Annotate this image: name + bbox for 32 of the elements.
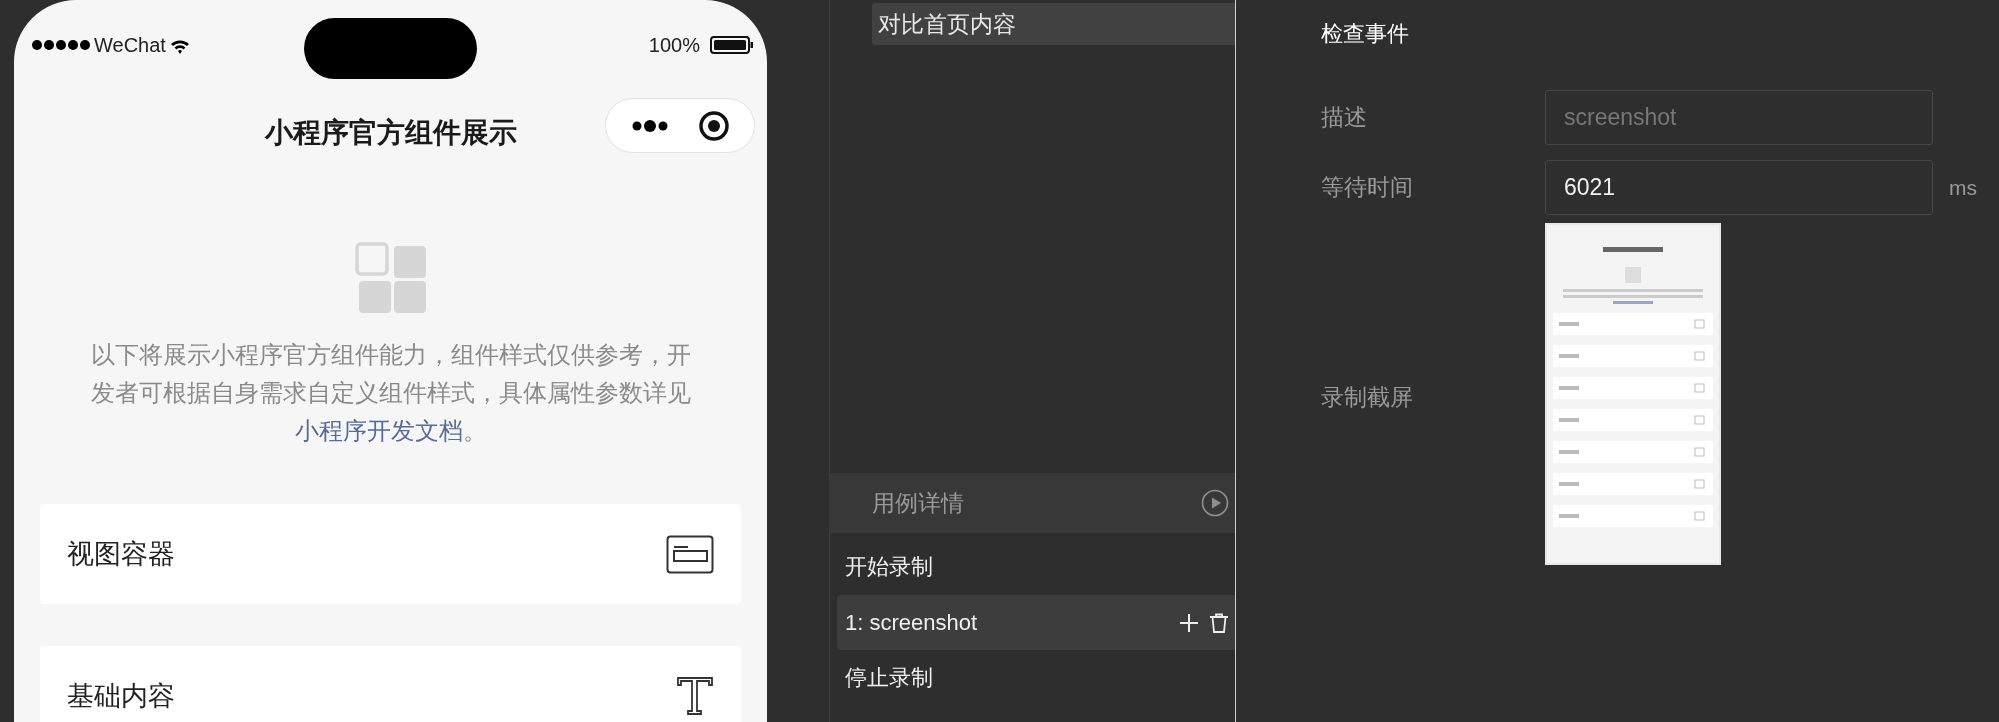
menu-card[interactable]: 视图容器 bbox=[40, 504, 741, 604]
intro-text: 以下将展示小程序官方组件能力，组件样式仅供参考，开发者可根据自身需求自定义组件样式，具体属性参数详见 小程序开发文档。 bbox=[89, 340, 692, 446]
input-field[interactable]: 6021 bbox=[1545, 160, 1933, 215]
recording-marker[interactable]: 开始录制 bbox=[837, 545, 1235, 589]
battery-icon bbox=[710, 36, 753, 54]
battery-percent: 100% bbox=[648, 33, 700, 57]
play-icon[interactable] bbox=[1201, 489, 1229, 517]
trash-icon[interactable] bbox=[1209, 612, 1229, 633]
case-item[interactable]: 对比首页内容 bbox=[872, 3, 1235, 45]
input-field[interactable]: screenshot bbox=[1545, 90, 1933, 145]
text-t-icon bbox=[676, 676, 714, 716]
section-title: 用例详情 bbox=[872, 488, 964, 518]
carrier-name: WeChat bbox=[94, 33, 166, 57]
plus-icon[interactable] bbox=[1179, 612, 1199, 633]
signal-dots-icon bbox=[32, 38, 90, 52]
view-container-icon bbox=[666, 534, 714, 574]
grid-icon bbox=[354, 242, 427, 314]
more-icon bbox=[630, 117, 669, 134]
close-target-icon bbox=[697, 109, 730, 142]
field-label: 等待时间 bbox=[1321, 173, 1414, 202]
menu-card[interactable]: 基础内容 bbox=[40, 646, 741, 722]
field-label: 录制截屏 bbox=[1321, 383, 1414, 412]
menu-label: 基础内容 bbox=[67, 680, 175, 713]
menu-label: 视图容器 bbox=[67, 538, 175, 571]
docs-link[interactable]: 小程序开发文档 bbox=[294, 417, 463, 444]
field-label: 描述 bbox=[1321, 103, 1368, 132]
page-title: 小程序官方组件展示 bbox=[264, 116, 517, 150]
recording-marker[interactable]: 停止录制 bbox=[837, 656, 1235, 700]
step-row[interactable]: 1: screenshot bbox=[837, 595, 1235, 650]
panel-title: 检查事件 bbox=[1321, 20, 1409, 48]
unit-label: ms bbox=[1948, 175, 1978, 200]
step-label: 1: screenshot bbox=[845, 609, 978, 636]
